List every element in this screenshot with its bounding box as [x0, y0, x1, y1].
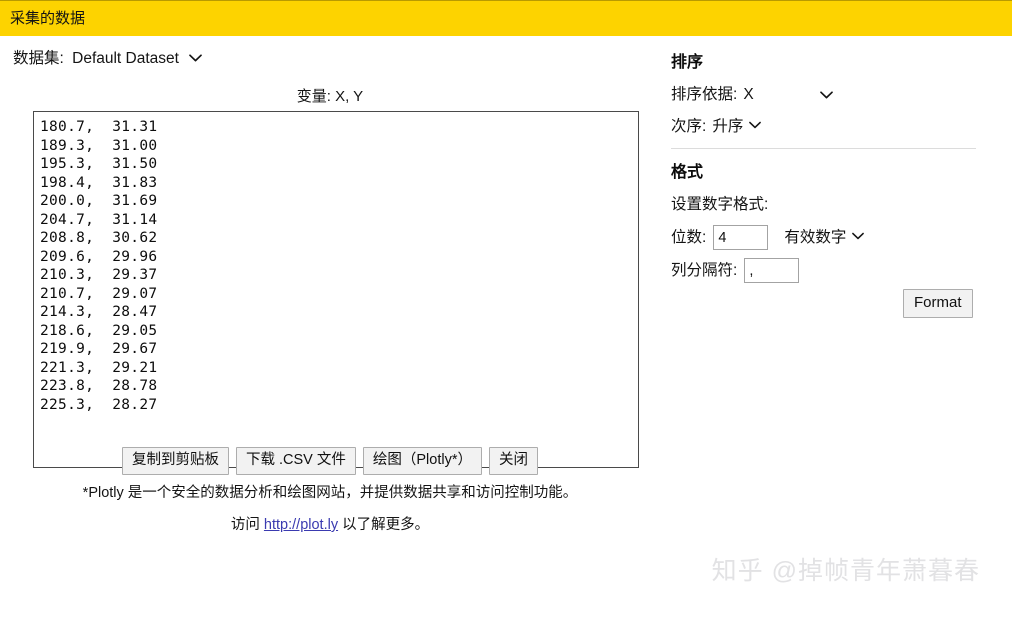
- digits-unit-label: 有效数字: [784, 229, 847, 246]
- visit-line: 访问 http://plot.ly 以了解更多。: [0, 515, 660, 535]
- digits-label: 位数:: [671, 229, 707, 246]
- sort-order-select[interactable]: 升序: [712, 115, 762, 137]
- sort-order-label: 次序:: [671, 118, 707, 135]
- visit-prefix: 访问: [230, 517, 264, 533]
- copy-to-clipboard-button[interactable]: 复制到剪贴板: [121, 447, 229, 475]
- sort-by-label: 排序依据:: [671, 86, 738, 103]
- chevron-down-icon: [852, 226, 865, 247]
- data-textarea[interactable]: 180.7, 31.31 189.3, 31.00 195.3, 31.50 1…: [33, 111, 639, 468]
- chevron-down-icon: [749, 115, 762, 136]
- sort-by-select[interactable]: X: [743, 84, 834, 105]
- separator-row: 列分隔符:: [671, 258, 800, 283]
- format-section-heading: 格式: [671, 164, 704, 181]
- download-csv-button[interactable]: 下载 .CSV 文件: [235, 447, 356, 475]
- data-panel: 数据集: Default Dataset 变量: X, Y 180.7, 31.…: [0, 36, 660, 617]
- window-title-bar: 采集的数据: [0, 0, 1012, 36]
- options-panel: 排序 排序依据: X 次序: 升序 格式 设置数字格式: 位数: 有效数字: [660, 36, 1012, 617]
- window-title: 采集的数据: [10, 10, 86, 27]
- dataset-value[interactable]: Default Dataset: [72, 50, 179, 67]
- close-button[interactable]: 关闭: [489, 447, 538, 475]
- format-note: 设置数字格式:: [671, 196, 769, 213]
- digits-input[interactable]: [713, 225, 769, 250]
- separator-label: 列分隔符:: [671, 262, 738, 279]
- sort-order-row: 次序: 升序: [671, 115, 762, 137]
- plot-plotly-button[interactable]: 绘图（Plotly*）: [362, 447, 482, 475]
- sort-order-value: 升序: [712, 118, 744, 135]
- digits-unit-select[interactable]: 有效数字: [784, 226, 865, 248]
- plotly-footnote: *Plotly 是一个安全的数据分析和绘图网站，并提供数据共享和访问控制功能。: [82, 485, 578, 501]
- chevron-down-icon: [820, 84, 834, 105]
- dataset-selector-row[interactable]: 数据集: Default Dataset: [13, 48, 203, 69]
- separator-input[interactable]: [744, 258, 800, 283]
- sort-section-heading: 排序: [671, 54, 704, 71]
- visit-suffix: 以了解更多。: [338, 517, 430, 533]
- sort-by-row: 排序依据: X: [671, 84, 834, 105]
- variables-label: 变量: X, Y: [296, 88, 364, 105]
- section-divider: [671, 148, 976, 149]
- watermark: 知乎 @掉帧青年萧暮春: [711, 557, 980, 585]
- plotly-link[interactable]: http://plot.ly: [264, 517, 338, 533]
- action-button-row: 复制到剪贴板 下载 .CSV 文件 绘图（Plotly*） 关闭: [0, 447, 660, 475]
- dataset-label: 数据集:: [13, 50, 64, 67]
- chevron-down-icon[interactable]: [189, 48, 203, 68]
- digits-row: 位数: 有效数字: [671, 225, 865, 250]
- sort-by-value: X: [743, 86, 754, 103]
- format-button[interactable]: Format: [903, 289, 973, 318]
